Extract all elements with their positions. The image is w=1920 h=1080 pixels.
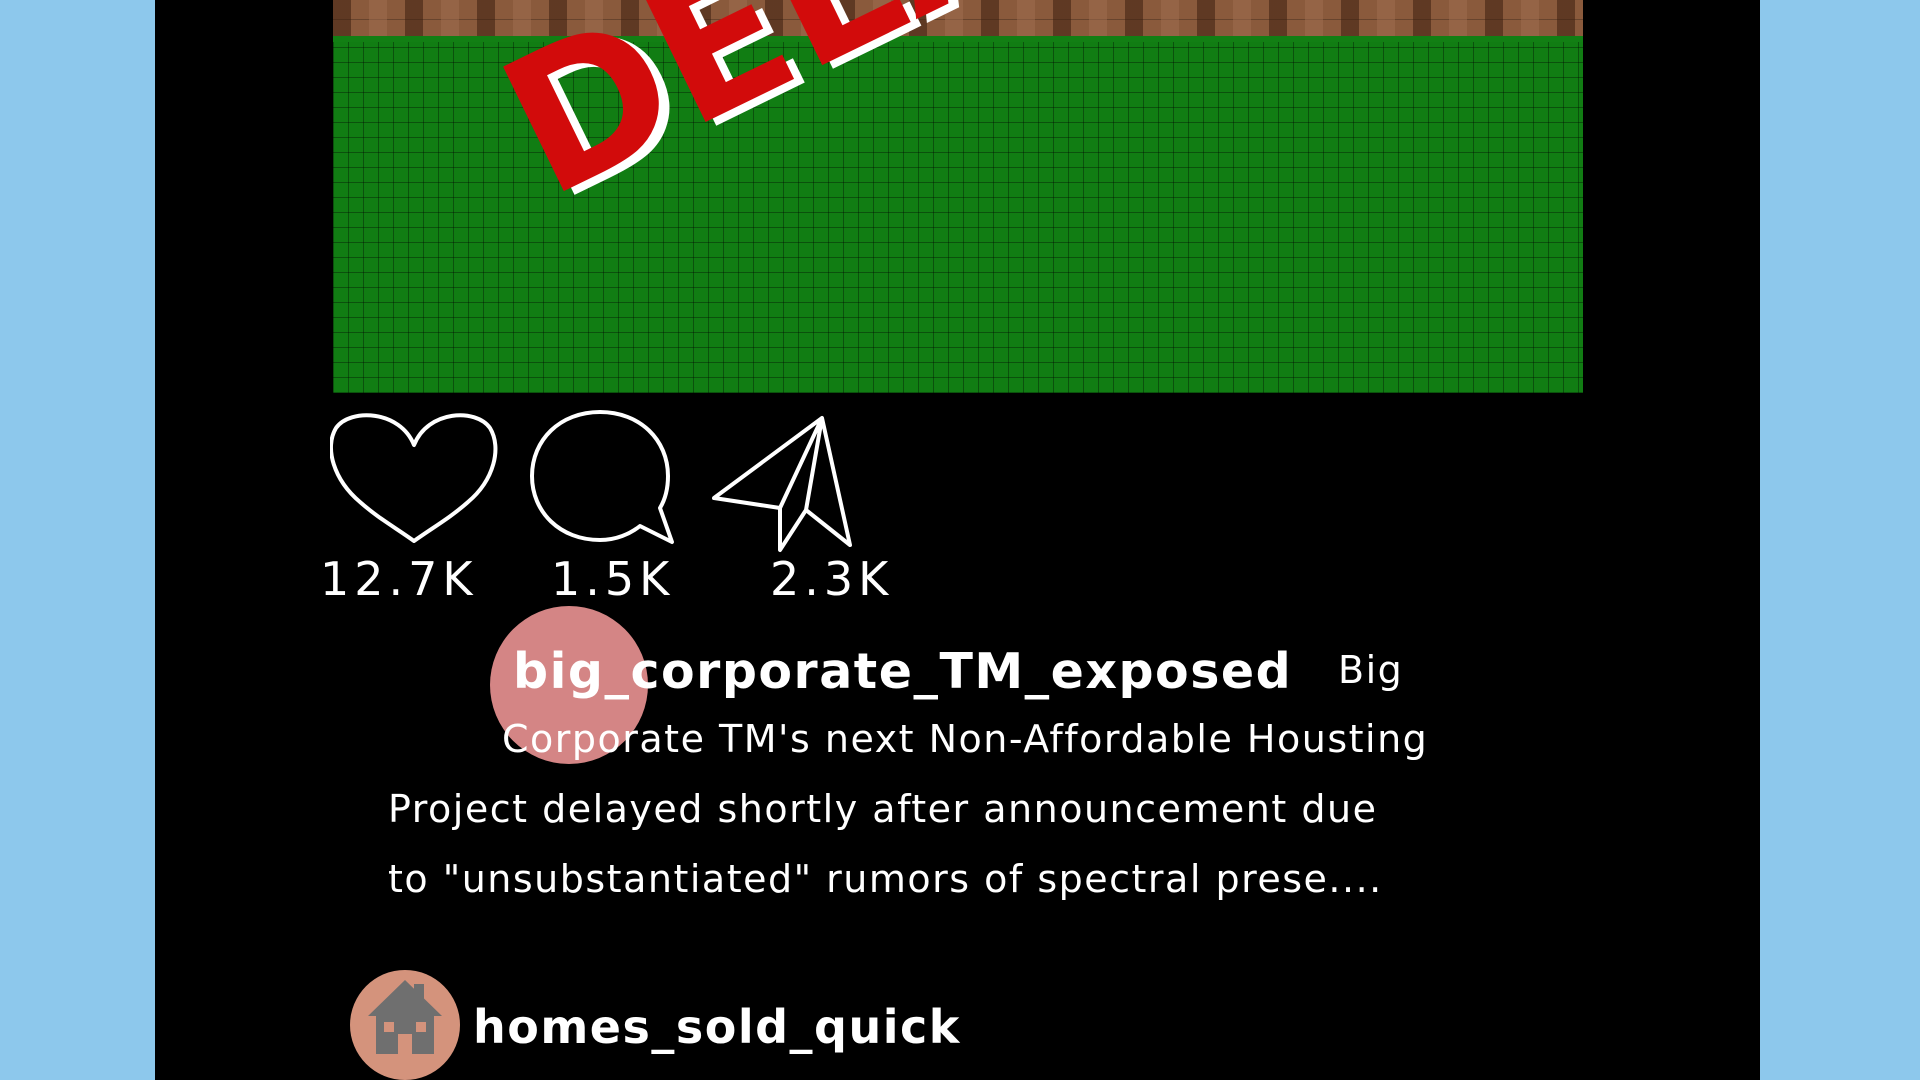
caption-line: Big <box>1338 648 1404 692</box>
post-username[interactable]: big_corporate_TM_exposed <box>513 643 1292 700</box>
like-count: 12.7K <box>320 552 478 606</box>
paper-plane-icon[interactable] <box>710 410 860 555</box>
comment-bubble-icon[interactable] <box>530 410 680 545</box>
caption-line: Project delayed shortly after announceme… <box>388 787 1378 831</box>
share-count: 2.3K <box>770 552 894 606</box>
feed-screen: DELAYED DELAYED 12.7K 1.5K 2.3K <box>155 0 1760 1080</box>
avatar-next-post[interactable] <box>350 970 460 1080</box>
heart-icon[interactable] <box>330 410 500 545</box>
post-actions <box>330 410 930 560</box>
next-post-username[interactable]: homes_sold_quick <box>473 1000 961 1054</box>
post-image[interactable]: DELAYED DELAYED <box>333 0 1583 393</box>
caption-line: Corporate TM's next Non-Affordable Houst… <box>502 717 1429 761</box>
comment-count: 1.5K <box>551 552 675 606</box>
house-icon <box>368 980 442 1054</box>
caption-line: to "unsubstantiated" rumors of spectral … <box>388 857 1383 901</box>
